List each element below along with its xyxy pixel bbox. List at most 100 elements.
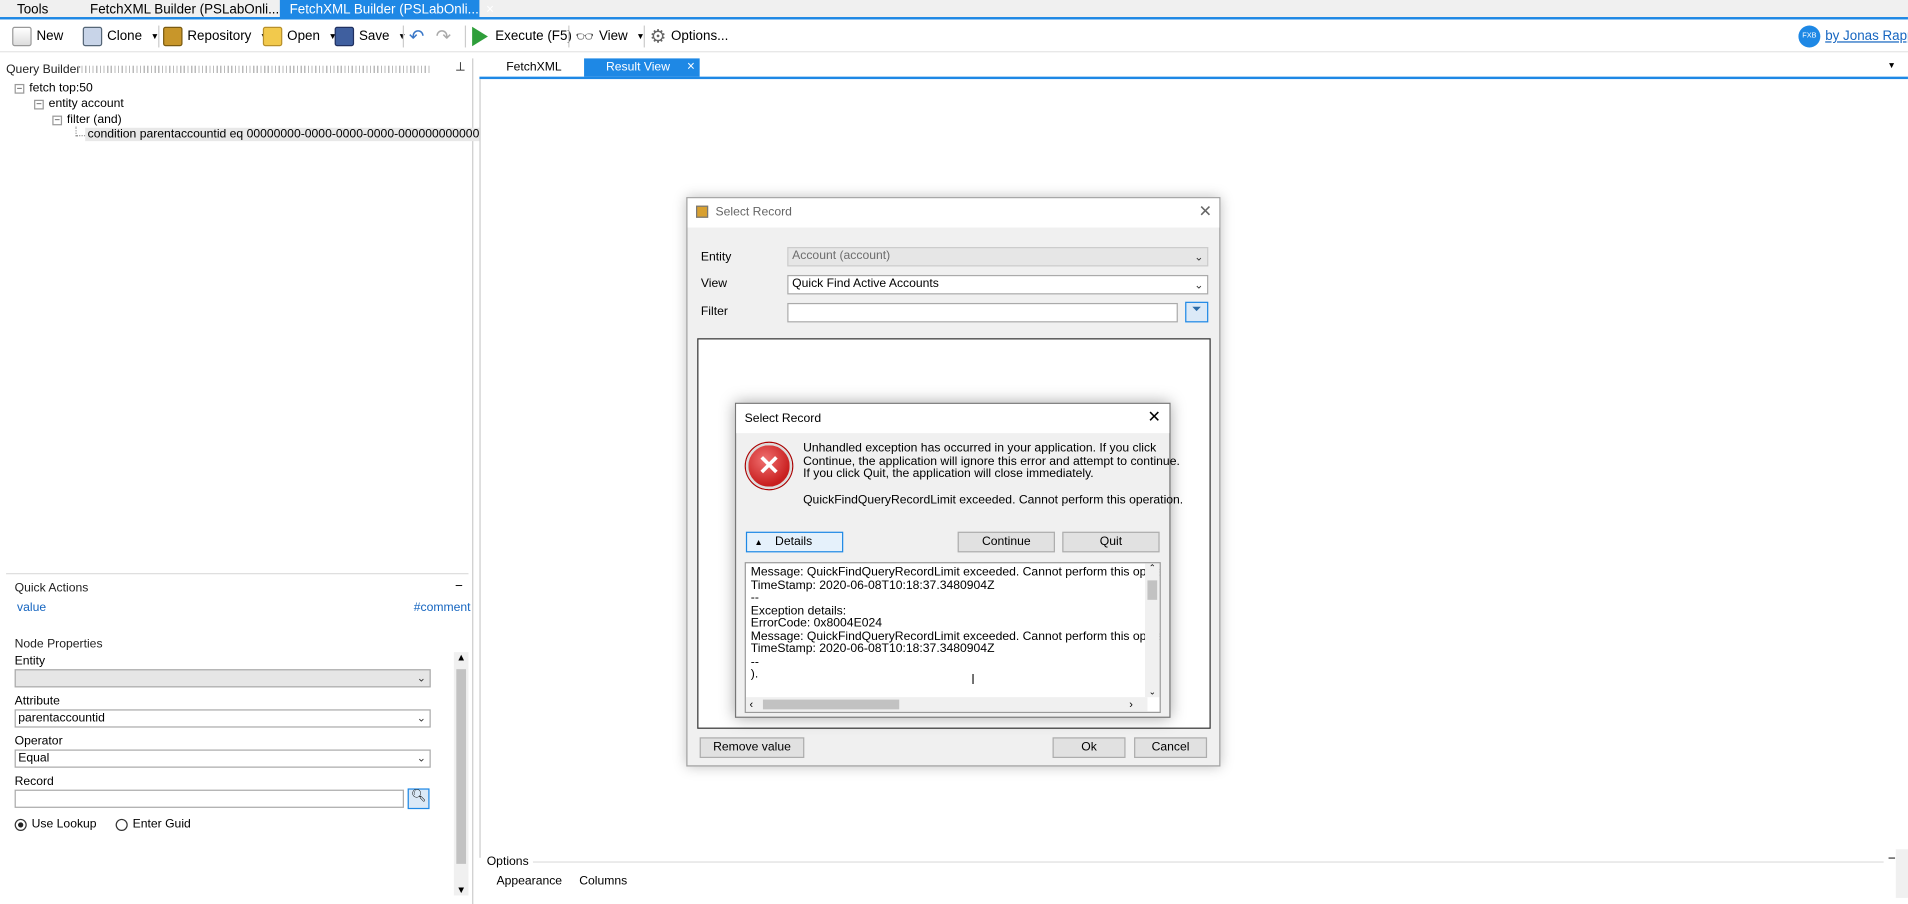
divider	[532, 861, 1884, 863]
use-lookup-radio[interactable]: Use Lookup	[14, 817, 97, 832]
record-label: Record	[14, 775, 54, 789]
details-textarea[interactable]: Message: QuickFindQueryRecordLimit excee…	[744, 562, 1161, 713]
enter-guid-radio[interactable]: Enter Guid	[115, 817, 191, 832]
scroll-left-icon[interactable]: ‹	[750, 697, 754, 712]
tree-node-entity[interactable]: entity account	[49, 97, 124, 110]
pin-icon[interactable]: ⊥	[455, 61, 466, 74]
scroll-up-icon[interactable]: ▲	[454, 652, 469, 663]
view-dropdown[interactable]: Quick Find Active Accounts ⌄	[787, 274, 1209, 295]
entity-dropdown[interactable]: ⌄	[14, 669, 431, 688]
dialog-title: Select Record	[744, 412, 822, 426]
view-label: View	[598, 29, 628, 44]
use-lookup-label: Use Lookup	[31, 817, 97, 832]
record-input[interactable]	[14, 789, 404, 808]
chevron-down-icon: ⌄	[1194, 250, 1204, 263]
tree-node-condition[interactable]: condition parentaccountid eq 00000000-00…	[85, 127, 482, 142]
close-icon[interactable]: ×	[486, 2, 494, 17]
repository-button[interactable]: Repository▼	[163, 24, 268, 48]
tree-node-filter[interactable]: filter (and)	[67, 113, 122, 126]
scrollbar[interactable]	[1895, 849, 1908, 898]
error-dialog: Select Record ✕ ✕ Unhandled exception ha…	[734, 402, 1183, 718]
close-icon[interactable]: ✕	[1199, 202, 1212, 221]
tree-connector	[75, 126, 86, 137]
panel-grip	[77, 65, 431, 74]
scrollbar[interactable]: ▲ ▼	[453, 652, 469, 896]
tab-appearance[interactable]: Appearance	[496, 875, 562, 888]
quit-button[interactable]: Quit	[1062, 531, 1160, 553]
scroll-up-icon[interactable]: ⌃	[1145, 563, 1160, 574]
execute-button[interactable]: Execute (F5)	[472, 24, 572, 48]
close-icon[interactable]: ×	[687, 58, 695, 76]
new-button[interactable]: New	[12, 24, 63, 48]
view-value: Quick Find Active Accounts	[792, 277, 939, 291]
collapse-icon[interactable]: −	[34, 99, 44, 110]
redo-icon: ↷	[435, 26, 451, 48]
comment-link[interactable]: #comment	[414, 601, 471, 614]
continue-button[interactable]: Continue	[957, 531, 1055, 553]
cancel-button[interactable]: Cancel	[1134, 737, 1208, 759]
toolbar-separator	[158, 25, 160, 48]
tab-label: FetchXML	[506, 60, 562, 75]
scrollbar-thumb[interactable]	[762, 699, 900, 710]
tab-label: FetchXML Builder (PSLabOnli...	[90, 2, 280, 18]
repository-icon	[163, 26, 183, 47]
filter-input[interactable]	[787, 302, 1178, 323]
operator-dropdown[interactable]: Equal ⌄	[14, 749, 431, 768]
details-text: Message: QuickFindQueryRecordLimit excee…	[750, 565, 1160, 682]
close-icon[interactable]: ✕	[1148, 408, 1161, 427]
attribute-value: parentaccountid	[18, 711, 105, 726]
collapse-icon[interactable]: −	[52, 115, 63, 126]
tab-fetchxml-builder-1[interactable]: FetchXML Builder (PSLabOnli...	[80, 0, 289, 19]
undo-button[interactable]: ↶	[409, 24, 424, 48]
collapse-icon[interactable]: −	[1888, 852, 1896, 867]
entity-dropdown[interactable]: Account (account) ⌄	[787, 246, 1209, 267]
clone-button[interactable]: Clone ▼	[82, 24, 159, 48]
vertical-scrollbar[interactable]: ⌃ ⌄	[1145, 563, 1160, 698]
tab-tools[interactable]: Tools	[7, 0, 58, 19]
gear-icon: ⚙	[649, 26, 667, 48]
chevron-down-icon[interactable]: ▼	[1887, 62, 1895, 71]
collapse-icon[interactable]: −	[14, 83, 25, 94]
entity-label: Entity	[700, 250, 732, 265]
text-cursor-icon: I	[971, 670, 976, 688]
details-button[interactable]: ▲ Details	[745, 531, 844, 553]
tab-label: Result View	[605, 60, 671, 75]
tab-fetchxml[interactable]: FetchXML	[499, 58, 569, 76]
filter-label: Filter	[700, 305, 728, 319]
author-link-label: by Jonas Rapp	[1825, 29, 1908, 44]
scroll-down-icon[interactable]: ⌄	[1145, 687, 1160, 698]
execute-label: Execute (F5)	[495, 29, 572, 44]
tab-columns[interactable]: Columns	[579, 875, 627, 888]
enter-guid-label: Enter Guid	[132, 817, 191, 832]
author-link[interactable]: FXB by Jonas Rapp	[1798, 24, 1908, 48]
redo-button[interactable]: ↷	[436, 24, 451, 48]
new-label: New	[36, 29, 64, 44]
horizontal-scrollbar[interactable]: ‹ ›	[745, 697, 1148, 712]
scrollbar-thumb[interactable]	[1147, 580, 1158, 600]
tab-result-view[interactable]: Result View ×	[584, 58, 700, 77]
entity-value: Account (account)	[792, 249, 891, 263]
remove-value-button[interactable]: Remove value	[699, 737, 805, 759]
options-label: Options...	[671, 29, 729, 44]
value-link[interactable]: value	[17, 601, 46, 614]
scrollbar-thumb[interactable]	[456, 669, 467, 864]
attribute-dropdown[interactable]: parentaccountid ⌄	[14, 709, 431, 728]
save-button[interactable]: Save▼	[334, 24, 406, 48]
ok-button[interactable]: Ok	[1052, 737, 1126, 759]
filter-button[interactable]: ⏷	[1185, 301, 1209, 323]
error-detail-line: QuickFindQueryRecordLimit exceeded. Cann…	[803, 493, 1184, 508]
scroll-down-icon[interactable]: ▼	[454, 885, 469, 896]
options-button[interactable]: ⚙ Options...	[650, 24, 729, 48]
floppy-disk-icon	[334, 26, 355, 47]
operator-value: Equal	[18, 751, 50, 766]
tree-node-fetch[interactable]: fetch top:50	[29, 82, 93, 95]
error-icon: ✕	[745, 442, 793, 490]
view-button[interactable]: 👓︎ View ▼	[576, 24, 645, 48]
open-button[interactable]: Open ▼	[262, 24, 337, 48]
lookup-button[interactable]: 🔍︎	[407, 788, 430, 810]
undo-icon: ↶	[408, 26, 425, 48]
collapse-icon[interactable]: −	[455, 579, 463, 594]
tab-label: FetchXML Builder (PSLabOnli...	[289, 2, 479, 18]
tab-fetchxml-builder-2[interactable]: FetchXML Builder (PSLabOnli... ×	[279, 0, 494, 20]
scroll-right-icon[interactable]: ›	[1129, 697, 1133, 712]
